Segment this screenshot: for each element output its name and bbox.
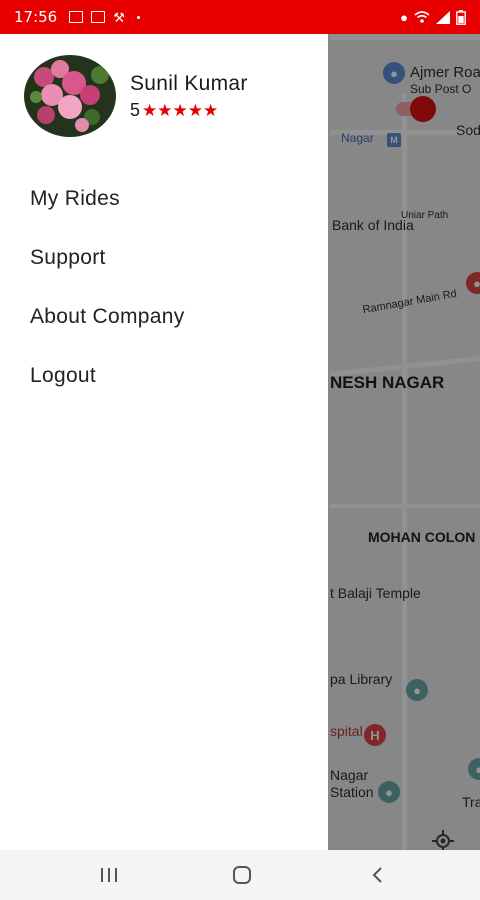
status-bar: 17:56 ⚒ ● xyxy=(0,0,480,34)
recent-apps-icon xyxy=(101,868,117,882)
recent-apps-button[interactable] xyxy=(98,864,120,886)
profile-header[interactable]: Sunil Kumar 5 ★ ★ ★ ★ ★ xyxy=(24,55,248,137)
avatar-flowers-image xyxy=(24,55,116,137)
dot-icon xyxy=(136,15,140,19)
menu-item-support[interactable]: Support xyxy=(0,233,328,292)
laptop-icon xyxy=(91,11,106,23)
menu-item-about-company[interactable]: About Company xyxy=(0,292,328,351)
navigation-drawer: Sunil Kumar 5 ★ ★ ★ ★ ★ My Rides Support… xyxy=(0,34,328,850)
location-icon: ● xyxy=(400,9,408,25)
star-icon: ★ xyxy=(187,100,204,120)
profile-text: Sunil Kumar 5 ★ ★ ★ ★ ★ xyxy=(130,72,248,121)
menu-item-logout[interactable]: Logout xyxy=(0,351,328,410)
battery-icon xyxy=(456,9,466,25)
status-right: ● xyxy=(400,9,466,25)
back-chevron-icon xyxy=(372,867,382,883)
wifi-icon xyxy=(414,10,430,23)
home-button[interactable] xyxy=(231,864,253,886)
back-button[interactable] xyxy=(366,864,388,886)
tool-icon: ⚒ xyxy=(113,9,125,25)
menu-item-my-rides[interactable]: My Rides xyxy=(0,174,328,233)
avatar[interactable] xyxy=(24,55,116,137)
drawer-menu: My Rides Support About Company Logout xyxy=(0,174,328,410)
star-icon: ★ xyxy=(203,100,219,120)
status-left: 17:56 ⚒ xyxy=(14,8,140,26)
status-time: 17:56 xyxy=(14,8,58,26)
star-icon: ★ xyxy=(157,100,173,120)
star-icon: ★ xyxy=(172,100,188,120)
system-nav-bar xyxy=(0,850,480,900)
star-icon: ★ xyxy=(142,100,158,120)
rating-value: 5 xyxy=(130,99,141,120)
rating-row: 5 ★ ★ ★ ★ ★ xyxy=(130,100,248,121)
signal-icon xyxy=(436,10,450,24)
image-icon xyxy=(69,11,84,23)
home-icon xyxy=(233,866,251,884)
user-name: Sunil Kumar xyxy=(130,71,248,95)
